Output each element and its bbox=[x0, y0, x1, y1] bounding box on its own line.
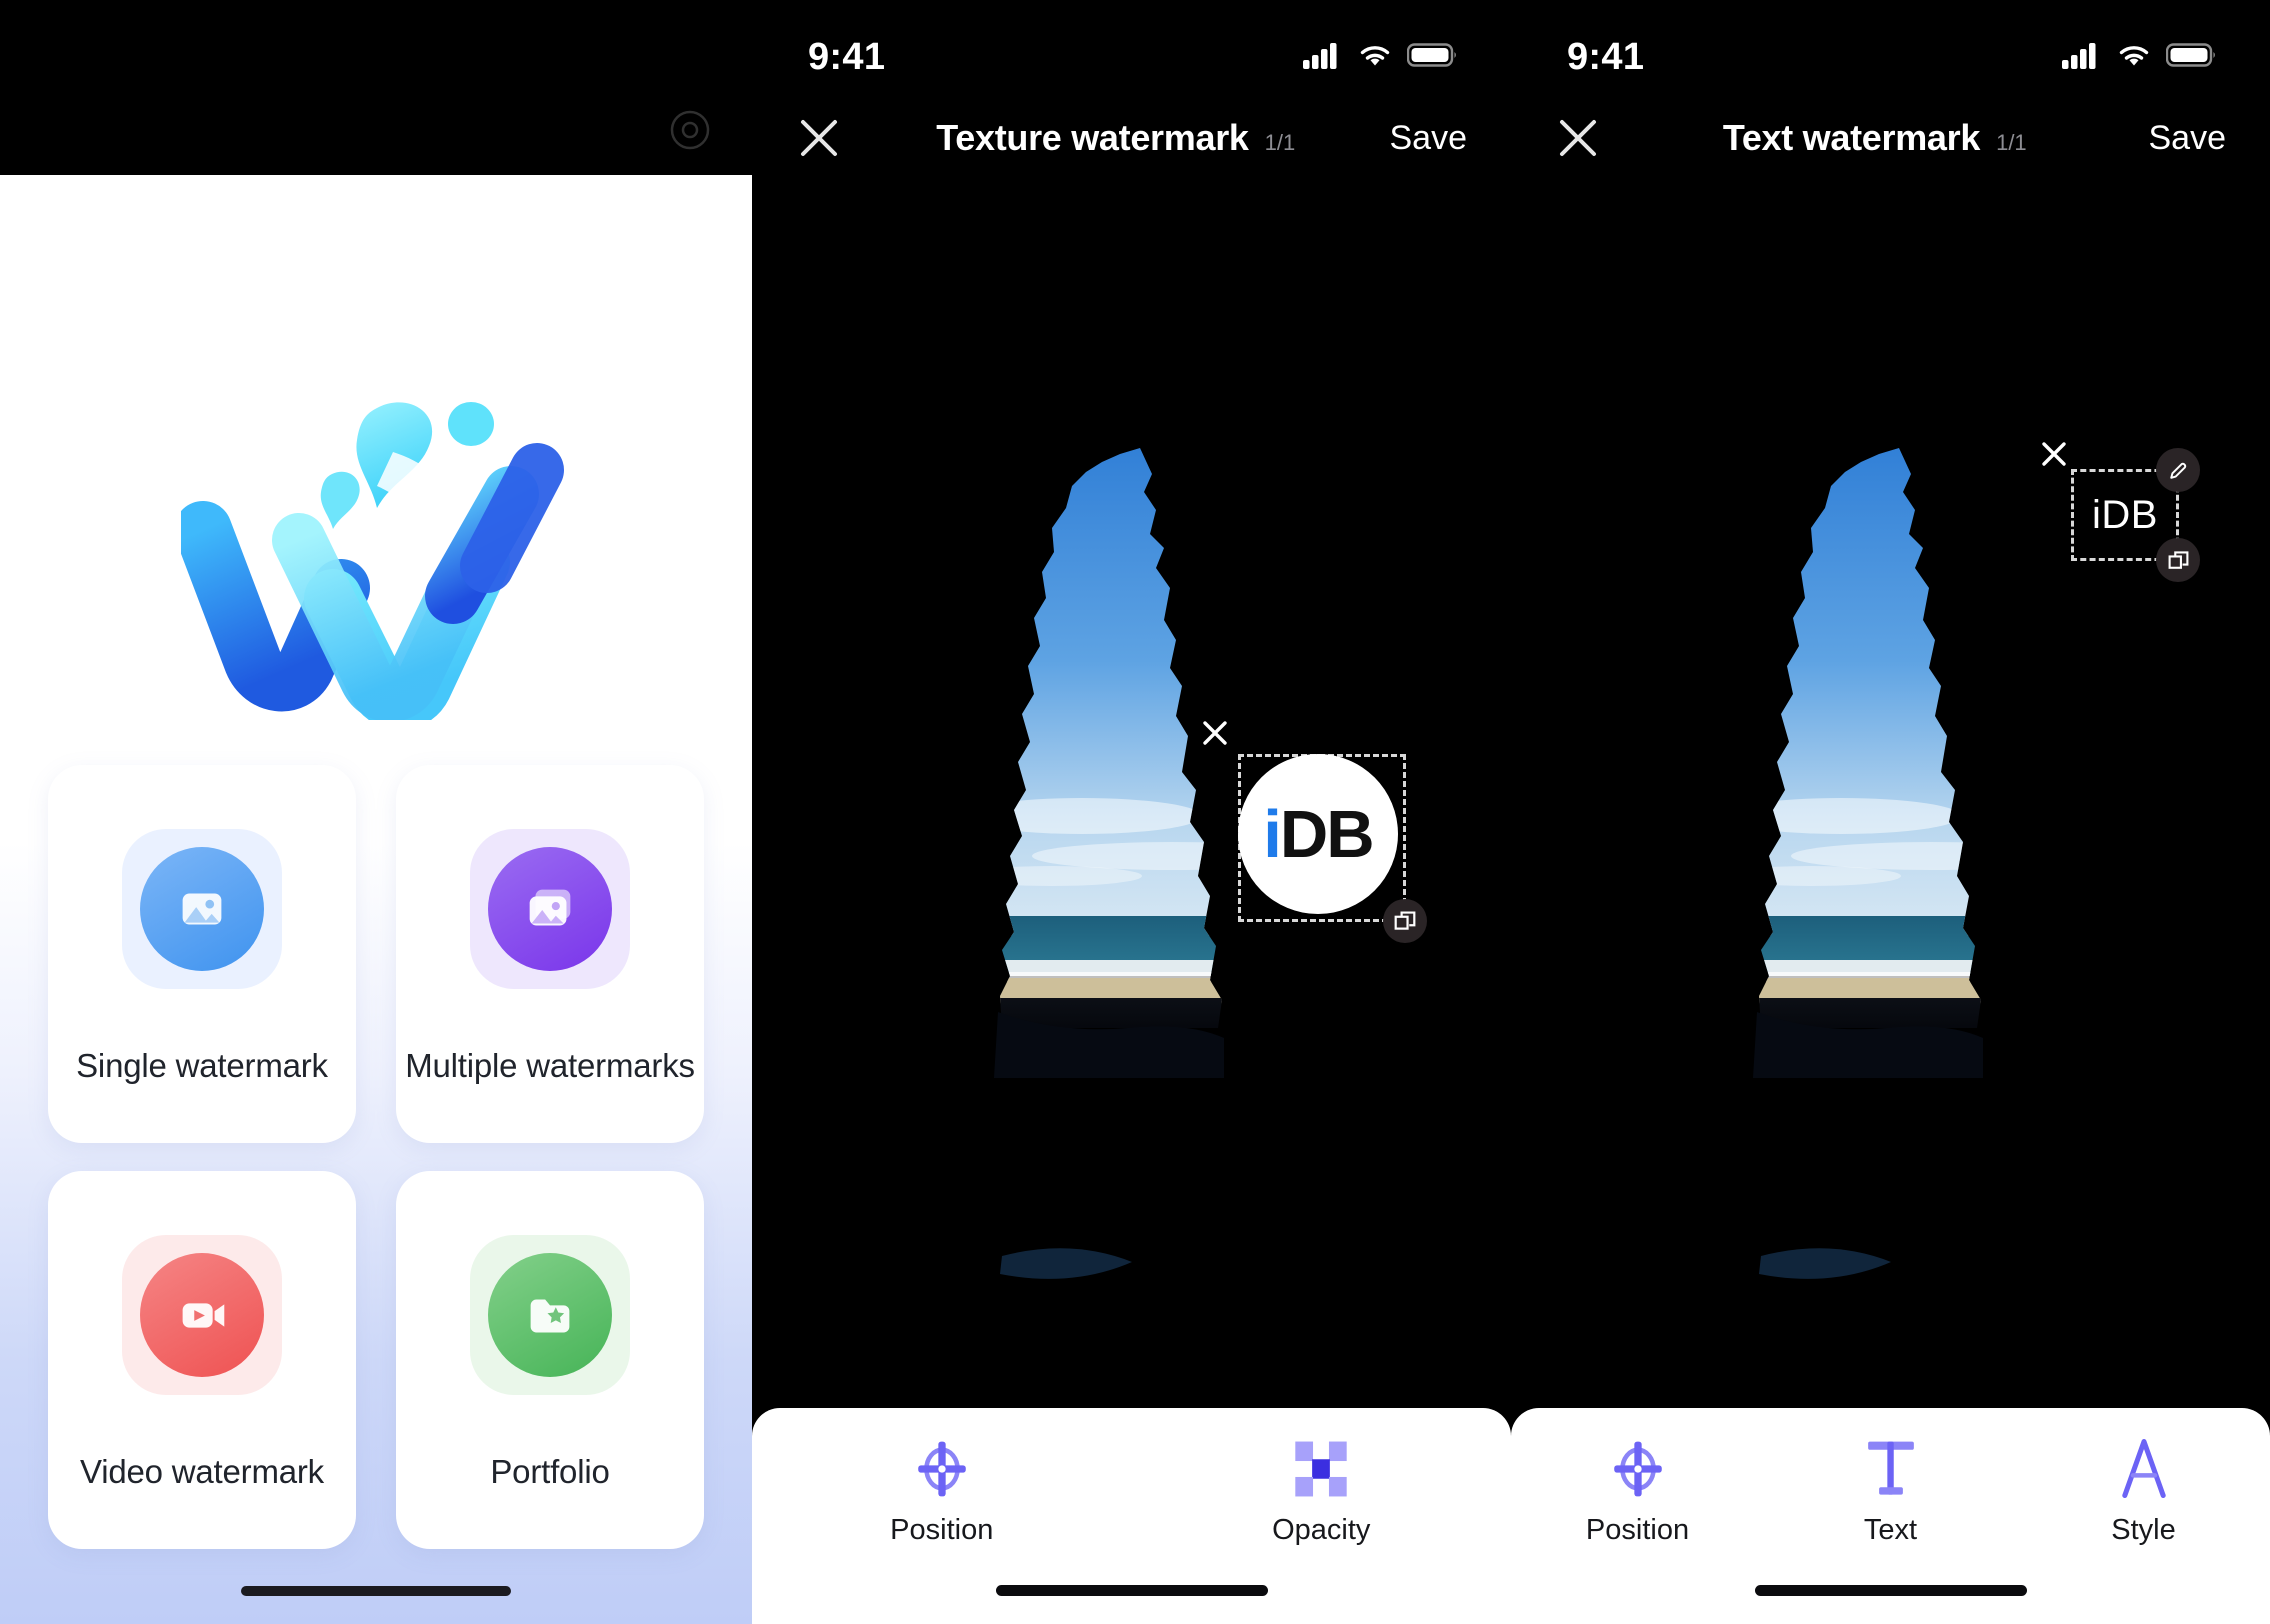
home-indicator bbox=[1754, 1585, 2027, 1596]
tool-text[interactable]: Text bbox=[1816, 1434, 1966, 1547]
tool-label: Opacity bbox=[1272, 1514, 1371, 1546]
status-clock: 9:41 bbox=[808, 35, 886, 78]
card-single-watermark[interactable]: Single watermark bbox=[48, 765, 356, 1143]
watermark-selection-box[interactable]: iDB bbox=[2042, 442, 2200, 582]
folder-star-icon-wrap bbox=[470, 1235, 630, 1395]
page-title: Text watermark bbox=[1722, 117, 1981, 158]
three-panel-screenshot: Single watermark Multiple watermarks Vid… bbox=[0, 0, 2270, 1624]
status-bar: 9:41 bbox=[1511, 0, 2270, 92]
home-indicator bbox=[995, 1585, 1268, 1596]
bottom-toolbar: Position Opacity bbox=[752, 1408, 1511, 1624]
card-portfolio[interactable]: Portfolio bbox=[396, 1171, 704, 1549]
video-camera-icon bbox=[140, 1253, 264, 1377]
battery-icon bbox=[2165, 41, 2218, 74]
panel1-status-area bbox=[0, 0, 752, 175]
panel-texture-watermark: 9:41 Texture watermark 1/1 Save i DB Pos… bbox=[752, 0, 1511, 1624]
close-icon[interactable] bbox=[796, 115, 842, 161]
watermark-resize-handle[interactable] bbox=[2156, 538, 2200, 582]
card-label: Portfolio bbox=[490, 1453, 610, 1490]
tool-style[interactable]: Style bbox=[2069, 1434, 2219, 1547]
image-icon-wrap bbox=[122, 829, 282, 989]
panel1-content: Single watermark Multiple watermarks Vid… bbox=[0, 175, 752, 1624]
card-multiple-watermarks[interactable]: Multiple watermarks bbox=[396, 765, 704, 1143]
position-target-icon bbox=[910, 1434, 974, 1504]
wifi-icon bbox=[2116, 41, 2152, 74]
status-clock: 9:41 bbox=[1567, 35, 1645, 78]
bottom-toolbar: Position Text Style bbox=[1511, 1408, 2270, 1624]
status-bar: 9:41 bbox=[752, 0, 1511, 92]
card-label: Video watermark bbox=[79, 1453, 324, 1490]
images-stack-icon-wrap bbox=[470, 829, 630, 989]
nav-title-group: Texture watermark 1/1 bbox=[842, 117, 1390, 159]
style-a-icon bbox=[2112, 1434, 2176, 1504]
watermark-edit-handle[interactable] bbox=[2156, 448, 2200, 492]
page-title: Texture watermark bbox=[936, 117, 1249, 158]
folder-star-icon bbox=[488, 1253, 612, 1377]
tool-label: Text bbox=[1863, 1514, 1918, 1546]
photo-canvas[interactable]: iDB bbox=[752, 184, 1511, 1408]
panel-text-watermark: 9:41 Text watermark 1/1 Save iDB Positio… bbox=[1511, 0, 2270, 1624]
photo-canvas[interactable]: iDB bbox=[1511, 184, 2270, 1408]
watermark-delete-handle[interactable] bbox=[2032, 432, 2076, 476]
save-button[interactable]: Save bbox=[2149, 119, 2227, 158]
home-indicator bbox=[241, 1586, 511, 1596]
page-counter: 1/1 bbox=[1996, 130, 2027, 155]
nav-bar: Texture watermark 1/1 Save bbox=[752, 92, 1511, 184]
panel-home-screen: Single watermark Multiple watermarks Vid… bbox=[0, 0, 752, 1624]
nav-bar: Text watermark 1/1 Save bbox=[1511, 92, 2270, 184]
tool-label: Position bbox=[1585, 1514, 1690, 1546]
card-video-watermark[interactable]: Video watermark bbox=[48, 1171, 356, 1549]
watermark-delete-handle[interactable] bbox=[1193, 711, 1237, 755]
tool-opacity[interactable]: Opacity bbox=[1246, 1434, 1396, 1547]
gear-icon[interactable] bbox=[668, 108, 712, 152]
image-icon bbox=[140, 847, 264, 971]
tool-label: Position bbox=[890, 1514, 994, 1546]
images-stack-icon bbox=[488, 847, 612, 971]
watermark-selection-box[interactable]: iDB bbox=[1203, 721, 1427, 943]
card-label: Single watermark bbox=[76, 1047, 328, 1084]
texture-watermark[interactable]: i DB bbox=[1238, 754, 1398, 914]
app-logo bbox=[174, 390, 571, 730]
battery-icon bbox=[1406, 41, 1459, 74]
video-camera-icon-wrap bbox=[122, 1235, 282, 1395]
card-label: Multiple watermarks bbox=[405, 1047, 695, 1084]
watermark-text-db: DB bbox=[1279, 796, 1375, 872]
close-icon[interactable] bbox=[1555, 115, 1601, 161]
tool-position[interactable]: Position bbox=[1563, 1434, 1713, 1547]
watermark-text-i: i bbox=[1263, 796, 1282, 872]
cave-opening-beach-photo bbox=[1511, 216, 2270, 1376]
page-counter: 1/1 bbox=[1264, 130, 1296, 155]
wifi-icon bbox=[1357, 41, 1393, 74]
save-button[interactable]: Save bbox=[1390, 119, 1468, 158]
tool-label: Style bbox=[2111, 1514, 2176, 1546]
signal-bars-icon bbox=[2062, 41, 2102, 74]
nav-title-group: Text watermark 1/1 bbox=[1601, 117, 2149, 159]
watermark-resize-handle[interactable] bbox=[1383, 899, 1427, 943]
feature-card-grid: Single watermark Multiple watermarks Vid… bbox=[48, 765, 704, 1549]
signal-bars-icon bbox=[1303, 41, 1343, 74]
tool-position[interactable]: Position bbox=[867, 1434, 1017, 1547]
text-t-icon bbox=[1859, 1434, 1923, 1504]
opacity-checker-icon bbox=[1290, 1434, 1352, 1504]
position-target-icon bbox=[1606, 1434, 1670, 1504]
